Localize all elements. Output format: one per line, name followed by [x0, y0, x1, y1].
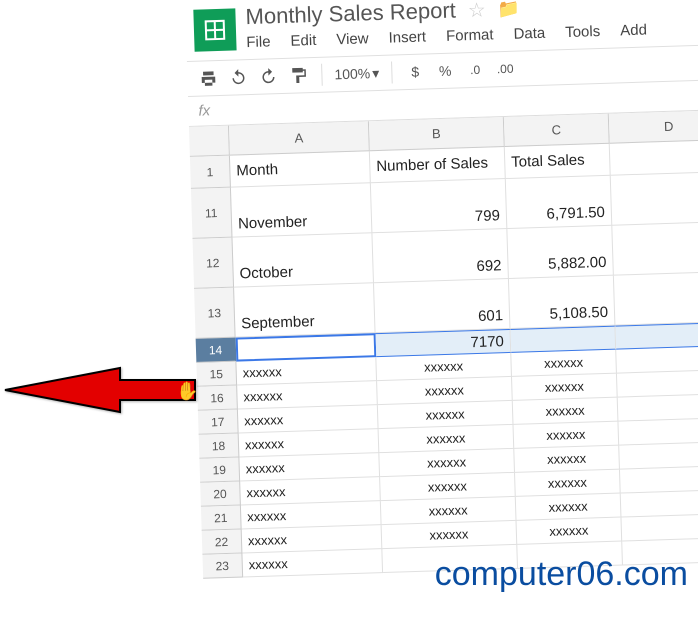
cell[interactable]: 799: [371, 179, 508, 233]
star-icon[interactable]: ☆: [467, 0, 486, 23]
annotation-arrow: [0, 350, 200, 430]
menu-insert[interactable]: Insert: [388, 28, 426, 46]
cell[interactable]: xxxxxx: [511, 350, 617, 377]
percent-button[interactable]: %: [434, 60, 457, 83]
app-window: Monthly Sales Report ☆ 📁 File Edit View …: [185, 0, 698, 579]
menu-file[interactable]: File: [246, 33, 271, 51]
row-header[interactable]: 22: [202, 529, 243, 554]
doc-title[interactable]: Monthly Sales Report: [245, 0, 456, 30]
cell[interactable]: xxxxxx: [516, 494, 622, 521]
row-header[interactable]: 12: [193, 238, 235, 289]
cell[interactable]: [614, 272, 698, 326]
cell[interactable]: xxxxxx: [242, 549, 383, 577]
print-icon[interactable]: [197, 67, 220, 90]
row-header[interactable]: 1: [190, 156, 231, 189]
cell[interactable]: [382, 545, 518, 573]
row-header[interactable]: 17: [198, 410, 239, 435]
col-header-d[interactable]: D: [609, 110, 698, 144]
row-header[interactable]: 21: [201, 505, 242, 530]
cell[interactable]: October: [232, 233, 374, 287]
cell[interactable]: [615, 322, 698, 350]
row-header[interactable]: 11: [191, 188, 233, 239]
redo-icon[interactable]: [257, 65, 280, 88]
row-header[interactable]: 16: [197, 386, 238, 411]
menu-format[interactable]: Format: [446, 26, 494, 44]
cell[interactable]: xxxxxx: [513, 398, 619, 425]
cell[interactable]: 692: [372, 229, 509, 283]
cell[interactable]: [622, 538, 698, 566]
sheets-icon: [203, 18, 228, 43]
cell[interactable]: xxxxxx: [517, 518, 623, 545]
menu-view[interactable]: View: [336, 30, 369, 48]
cell[interactable]: [621, 490, 698, 518]
row-header[interactable]: 18: [199, 434, 240, 459]
cell[interactable]: Total Sales: [505, 144, 611, 179]
col-header-c[interactable]: C: [504, 114, 610, 147]
zoom-value: 100%: [334, 65, 370, 82]
cell[interactable]: 601: [374, 279, 511, 333]
grab-cursor-icon: ✋: [176, 381, 198, 402]
row-header[interactable]: 14: [196, 338, 237, 363]
menu-data[interactable]: Data: [513, 25, 545, 43]
cell[interactable]: [616, 346, 698, 374]
cell[interactable]: xxxxxx: [512, 374, 618, 401]
cell[interactable]: November: [231, 183, 373, 237]
row-header[interactable]: 20: [200, 482, 241, 507]
spreadsheet-grid: 111121314151617181920212223 A B C D Mont…: [189, 109, 698, 578]
currency-button[interactable]: $: [404, 60, 427, 83]
sheets-logo[interactable]: [193, 8, 236, 51]
menu-tools[interactable]: Tools: [565, 23, 601, 41]
cell[interactable]: Month: [230, 151, 371, 187]
cell[interactable]: [612, 222, 698, 276]
separator: [391, 62, 393, 84]
cell[interactable]: [619, 442, 698, 470]
cell[interactable]: [620, 466, 698, 494]
row-header[interactable]: 15: [196, 362, 237, 387]
cell[interactable]: [618, 394, 698, 422]
zoom-dropdown[interactable]: 100% ▾: [334, 64, 379, 82]
undo-icon[interactable]: [227, 66, 250, 89]
col-header-b[interactable]: B: [369, 117, 505, 151]
cell[interactable]: [517, 542, 623, 569]
menu-addons[interactable]: Add: [620, 22, 647, 40]
cell[interactable]: Number of Sales: [370, 147, 506, 183]
cell[interactable]: [618, 418, 698, 446]
chevron-down-icon: ▾: [372, 64, 380, 81]
cell[interactable]: 6,791.50: [506, 176, 613, 229]
cell[interactable]: xxxxxx: [514, 422, 620, 449]
cell[interactable]: [611, 172, 698, 226]
cell[interactable]: [621, 514, 698, 542]
row-header[interactable]: 23: [202, 553, 243, 578]
menu-edit[interactable]: Edit: [290, 32, 316, 50]
increase-decimal-button[interactable]: .00: [494, 58, 517, 81]
fx-label: fx: [198, 102, 210, 119]
separator: [321, 64, 323, 86]
cell[interactable]: [610, 140, 698, 176]
paint-format-icon[interactable]: [287, 64, 310, 87]
cell[interactable]: September: [234, 283, 376, 337]
cell[interactable]: 5,108.50: [509, 276, 616, 329]
decrease-decimal-button[interactable]: .0: [464, 59, 487, 82]
folder-icon[interactable]: 📁: [497, 0, 520, 20]
select-all-corner[interactable]: [189, 126, 230, 157]
cell[interactable]: 5,882.00: [507, 226, 614, 279]
cell[interactable]: xxxxxx: [514, 446, 620, 473]
col-header-a[interactable]: A: [229, 121, 370, 155]
row-header[interactable]: 19: [199, 458, 240, 483]
row-header[interactable]: 13: [194, 288, 236, 339]
cell[interactable]: xxxxxx: [515, 470, 621, 497]
cell[interactable]: [617, 370, 698, 398]
cell[interactable]: [510, 326, 616, 353]
